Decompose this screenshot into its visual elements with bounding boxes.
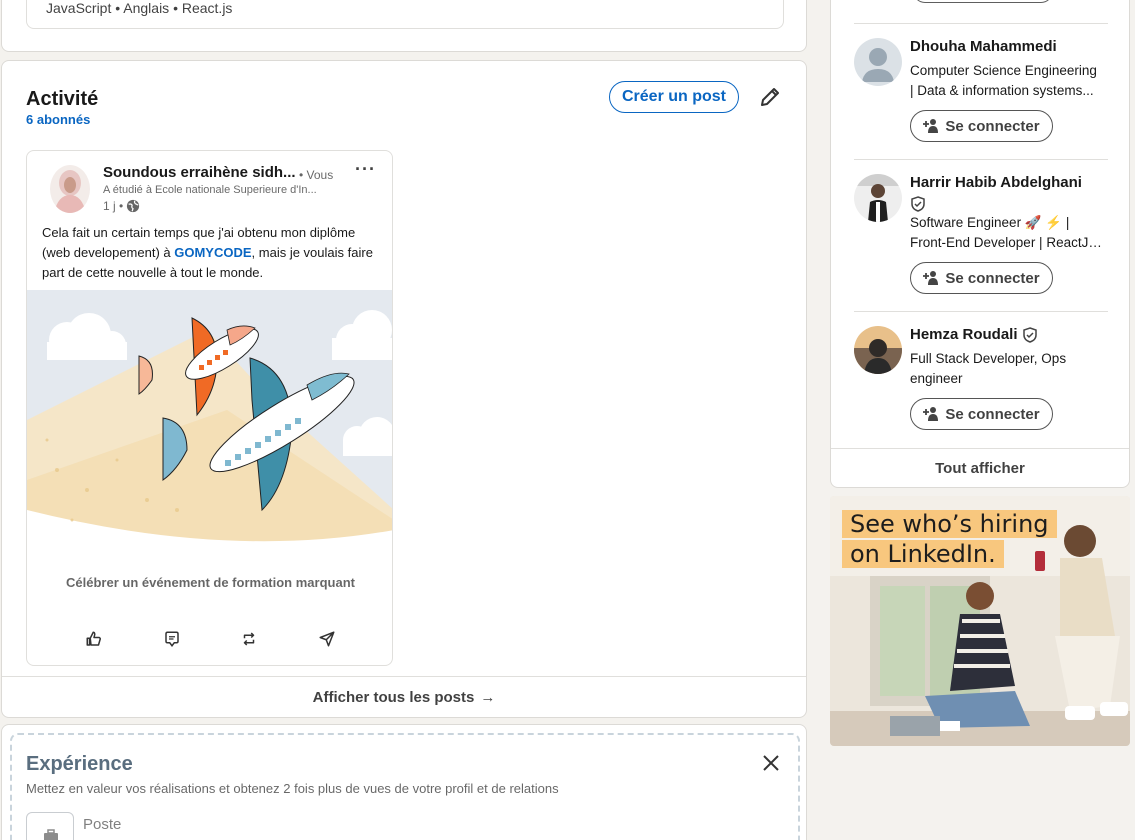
person-headline: Software Engineer 🚀 ⚡ | Front-End Develo… xyxy=(910,213,1106,253)
activity-title: Activité xyxy=(26,88,99,110)
author-avatar[interactable] xyxy=(50,165,90,213)
person-name-text: Harrir Habib Abdelghani xyxy=(910,174,1082,191)
person-name-text: Hemza Roudali xyxy=(910,326,1018,343)
post-text: Cela fait un certain temps que j'ai obte… xyxy=(42,223,382,283)
ad-headline-line2: on LinkedIn. xyxy=(842,540,1004,568)
graduation-celebration-illustration xyxy=(27,290,392,546)
skills-list: JavaScript • Anglais • React.js xyxy=(46,0,233,16)
post-author-name[interactable]: Soundous erraihène sidh... xyxy=(103,164,296,181)
person-name-text: Dhouha Mahammedi xyxy=(910,38,1057,55)
show-all-suggestions-button[interactable]: Tout afficher xyxy=(831,448,1129,488)
close-icon[interactable] xyxy=(759,751,783,775)
connect-label: Se connecter xyxy=(945,405,1040,423)
person-name[interactable]: Hemza Roudali xyxy=(910,326,1038,343)
people-suggestions-card: Dhouha Mahammedi Computer Science Engine… xyxy=(830,0,1130,488)
like-icon[interactable] xyxy=(84,629,104,649)
connect-button[interactable]: Se connecter xyxy=(910,262,1053,294)
avatar[interactable] xyxy=(854,38,902,86)
verified-shield-icon xyxy=(1022,326,1037,343)
send-icon[interactable] xyxy=(317,629,337,649)
avatar[interactable] xyxy=(854,326,902,374)
avatar[interactable] xyxy=(854,174,902,222)
activity-section: Activité 6 abonnés Créer un post Soundou… xyxy=(1,60,807,718)
person-headline-line1: Full Stack Developer, Ops xyxy=(910,351,1067,366)
briefcase-icon xyxy=(26,812,74,840)
pencil-icon[interactable] xyxy=(758,85,782,109)
post-card[interactable]: Soundous erraihène sidh... • Vous A étud… xyxy=(26,150,393,666)
post-time: 1 j • xyxy=(103,199,140,213)
skills-card: JavaScript • Anglais • React.js xyxy=(1,0,807,52)
post-time-text: 1 j • xyxy=(103,199,124,213)
post-author-subtitle: A étudié à Ecole nationale Superieure d'… xyxy=(103,184,317,196)
suggested-person: Hemza Roudali Full Stack Developer, Ops … xyxy=(854,311,1108,447)
arrow-right-icon: → xyxy=(480,689,496,706)
person-headline: Computer Science Engineering | Data & in… xyxy=(910,61,1106,101)
person-headline-line2: engineer xyxy=(910,371,963,386)
experience-section: Expérience Mettez en valeur vos réalisat… xyxy=(1,724,807,840)
suggested-person: Dhouha Mahammedi Computer Science Engine… xyxy=(854,23,1108,159)
add-person-icon xyxy=(923,407,939,421)
poste-field-label[interactable]: Poste xyxy=(83,816,121,833)
ad-headline-line1: See who’s hiring xyxy=(842,510,1057,538)
connect-label: Se connecter xyxy=(945,269,1040,287)
connect-label: Se connecter xyxy=(945,117,1040,135)
post-caption: Célébrer un événement de formation marqu… xyxy=(66,575,355,590)
experience-title: Expérience xyxy=(26,753,133,775)
globe-icon xyxy=(127,199,140,213)
comment-icon[interactable] xyxy=(162,629,182,649)
show-all-posts-label: Afficher tous les posts xyxy=(312,689,475,706)
followers-link[interactable]: 6 abonnés xyxy=(26,112,90,127)
person-headline-line1: Computer Science Engineering xyxy=(910,63,1097,78)
verified-shield-icon xyxy=(911,196,925,212)
you-badge: • Vous xyxy=(299,168,334,182)
show-all-posts-button[interactable]: Afficher tous les posts → xyxy=(2,676,806,718)
create-post-button[interactable]: Créer un post xyxy=(609,81,739,113)
person-headline: Full Stack Developer, Ops engineer xyxy=(910,349,1106,389)
connect-button[interactable]: Se connecter xyxy=(910,398,1053,430)
person-headline-line2: Front-End Developer | ReactJs... xyxy=(910,235,1106,250)
person-name[interactable]: Dhouha Mahammedi xyxy=(910,38,1057,55)
connect-button[interactable]: Se connecter xyxy=(910,110,1053,142)
post-options-button[interactable]: ··· xyxy=(355,159,376,180)
repost-icon[interactable] xyxy=(239,629,259,649)
experience-description: Mettez en valeur vos réalisations et obt… xyxy=(26,781,559,796)
gomycode-link[interactable]: GOMYCODE xyxy=(174,245,251,260)
person-headline-line2: | Data & information systems... xyxy=(910,83,1094,98)
person-headline-line1: Software Engineer 🚀 ⚡ | xyxy=(910,215,1070,230)
add-person-icon xyxy=(923,119,939,133)
hiring-ad-banner[interactable]: See who’s hiring on LinkedIn. xyxy=(830,496,1130,746)
suggested-person: Harrir Habib Abdelghani Software Enginee… xyxy=(854,159,1108,311)
add-person-icon xyxy=(923,271,939,285)
previous-connect-button[interactable] xyxy=(913,0,1053,3)
person-name[interactable]: Harrir Habib Abdelghani xyxy=(910,174,1082,191)
post-actions-bar xyxy=(27,629,392,649)
